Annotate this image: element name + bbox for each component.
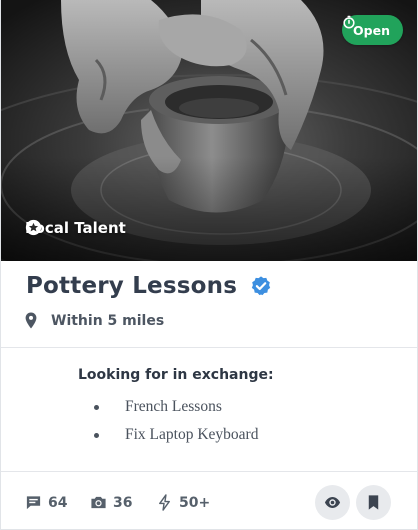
exchange-item: French Lessons	[91, 397, 258, 425]
chat-bubble-icon	[26, 496, 41, 510]
map-pin-icon	[25, 312, 37, 329]
card-footer: 64 36 50+	[1, 472, 417, 529]
view-button[interactable]	[315, 485, 350, 520]
status-label: Open	[353, 22, 390, 38]
photos-count: 36	[113, 494, 133, 511]
divider	[1, 347, 417, 348]
exchange-heading: Looking for in exchange:	[78, 367, 274, 383]
hero-image: Open Local Talent	[1, 0, 417, 261]
listing-card[interactable]: Open Local Talent Pottery Lessons Within…	[0, 0, 418, 530]
location-label: Within 5 miles	[51, 312, 165, 329]
location-row: Within 5 miles	[25, 312, 164, 329]
title-row: Pottery Lessons	[26, 273, 272, 299]
comments-stat[interactable]: 64	[25, 494, 67, 511]
photos-stat[interactable]: 36	[90, 494, 132, 511]
comments-count: 64	[48, 494, 68, 511]
star-circle-icon	[25, 219, 42, 236]
lightning-icon	[159, 494, 170, 511]
listing-title[interactable]: Pottery Lessons	[26, 273, 237, 299]
camera-icon	[91, 496, 106, 509]
status-badge[interactable]: Open	[342, 15, 403, 45]
exchange-item: Fix Laptop Keyboard	[91, 425, 258, 453]
verified-check-icon	[250, 275, 272, 297]
boosts-stat[interactable]: 50+	[156, 494, 210, 511]
bookmark-icon	[368, 495, 379, 510]
bookmark-button[interactable]	[356, 485, 391, 520]
local-talent-badge: Local Talent	[25, 219, 126, 237]
boosts-count: 50+	[179, 494, 211, 511]
stopwatch-icon	[343, 15, 355, 29]
exchange-list: French Lessons Fix Laptop Keyboard	[91, 397, 258, 453]
eye-icon	[324, 497, 341, 508]
